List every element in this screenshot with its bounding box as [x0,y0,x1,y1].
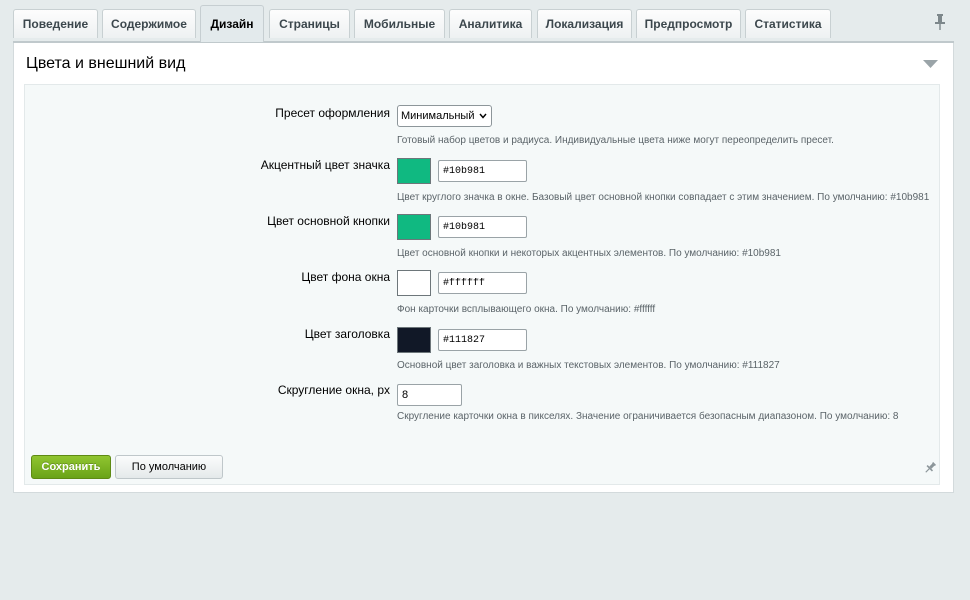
window-bg-color-label: Цвет фона окна [301,270,390,284]
tab-label: Страницы [279,17,340,31]
section-title: Цвета и внешний вид [26,55,186,72]
tab-mobile[interactable]: Мобильные [354,9,445,38]
primary-button-color-hint: Цвет основной кнопки и некоторых акцентн… [397,248,781,259]
primary-button-color-label: Цвет основной кнопки [267,214,390,228]
tab-label: Дизайн [210,17,254,31]
tab-preview[interactable]: Предпросмотр [636,9,741,38]
primary-button-color-input[interactable] [438,216,527,238]
preset-label: Пресет оформления [275,106,390,120]
chevron-down-icon [479,113,487,119]
badge-color-input[interactable] [438,160,527,182]
preset-value: Минимальный [401,110,475,122]
settings-panel: Цвета и внешний вид Пресет оформления Ми… [13,43,954,493]
tab-behavior[interactable]: Поведение [13,9,98,38]
primary-button-color-swatch[interactable] [397,214,431,240]
tab-analytics[interactable]: Аналитика [449,9,532,38]
radius-input[interactable] [397,384,462,406]
title-color-input[interactable] [438,329,527,351]
reset-defaults-button[interactable]: По умолчанию [115,455,223,479]
triangle-down-icon[interactable] [923,60,938,69]
window-bg-color-swatch[interactable] [397,270,431,296]
window-bg-color-hint: Фон карточки всплывающего окна. По умолч… [397,304,656,315]
window-bg-color-input[interactable] [438,272,527,294]
preset-hint: Готовый набор цветов и радиуса. Индивиду… [397,135,834,146]
tab-pages[interactable]: Страницы [269,9,350,38]
tab-label: Локализация [545,17,624,31]
fields-area: Пресет оформления Минимальный Готовый на… [24,84,940,485]
badge-color-hint: Цвет круглого значка в окне. Базовый цве… [397,192,930,203]
badge-color-label: Акцентный цвет значка [260,158,390,172]
tab-label: Предпросмотр [644,17,733,31]
title-color-swatch[interactable] [397,327,431,353]
tab-statistics[interactable]: Статистика [745,9,831,38]
tab-design[interactable]: Дизайн [200,5,264,42]
tab-label: Аналитика [458,17,523,31]
save-button[interactable]: Сохранить [31,455,111,479]
radius-hint: Скругление карточки окна в пикселях. Зна… [397,411,899,422]
pin-icon[interactable] [923,461,937,475]
preset-select[interactable]: Минимальный [397,105,492,127]
tab-label: Содержимое [111,17,187,31]
tab-bar: Поведение Содержимое Дизайн Страницы Моб… [0,0,970,42]
tab-label: Статистика [754,17,822,31]
title-color-label: Цвет заголовка [304,327,390,341]
tab-localization[interactable]: Локализация [537,9,632,38]
tab-label: Поведение [22,17,89,31]
tab-content[interactable]: Содержимое [102,9,196,38]
tab-label: Мобильные [363,17,436,31]
badge-color-swatch[interactable] [397,158,431,184]
pin-icon[interactable] [932,13,948,31]
radius-label: Скругление окна, px [277,383,390,397]
title-color-hint: Основной цвет заголовка и важных текстов… [397,360,780,371]
